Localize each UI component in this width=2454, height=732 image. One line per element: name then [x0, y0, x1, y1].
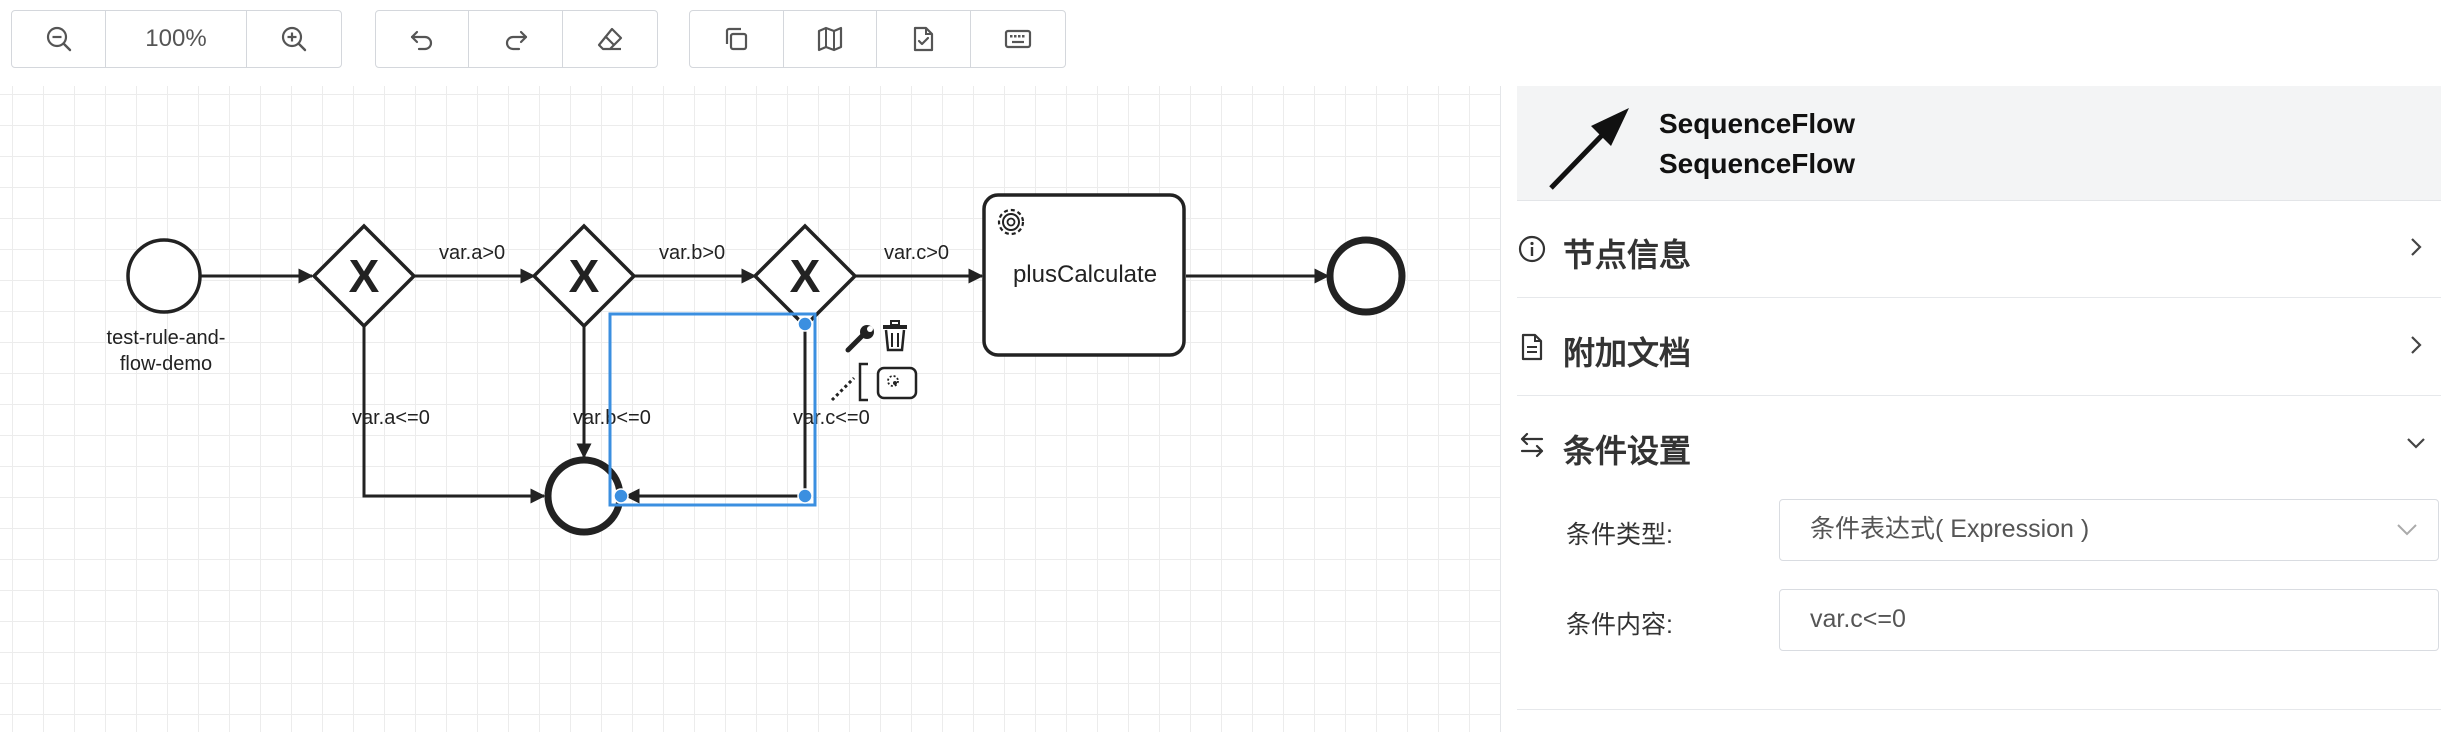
wrench-icon[interactable] — [845, 325, 874, 353]
file-check-icon — [914, 26, 934, 52]
flow-label-c-gt: var.c>0 — [884, 242, 949, 264]
map-icon — [817, 26, 842, 52]
start-event-label-line1: test-rule-and- — [107, 327, 226, 349]
flow-label-a-le: var.a<=0 — [352, 407, 430, 429]
start-event-label-line2: flow-demo — [120, 353, 212, 375]
condition-content-value: var.c<=0 — [1810, 605, 1906, 633]
waypoint-handle[interactable] — [613, 488, 629, 504]
zoom-level: 100% — [145, 25, 207, 52]
section-title: 条件设置 — [1563, 433, 1692, 469]
section-condition[interactable]: 条件设置 — [1517, 396, 2441, 494]
section-node-info[interactable]: 节点信息 — [1517, 200, 2441, 298]
zoom-level-button[interactable]: 100% — [106, 11, 247, 67]
element-name-title: SequenceFlow — [1659, 148, 1856, 179]
diagram-canvas[interactable]: test-rule-and- flow-demo var.a>0 var.b>0… — [0, 86, 1500, 732]
properties-panel: SequenceFlow SequenceFlow 节点信息 附加文档 条件设置 — [1500, 86, 2454, 732]
flow-label-b-le: var.b<=0 — [573, 407, 651, 429]
condition-type-value: 条件表达式( Expression ) — [1810, 515, 2090, 543]
document-icon — [1521, 333, 1543, 361]
zoom-in-icon — [281, 26, 306, 52]
start-event[interactable] — [126, 238, 202, 314]
zoom-out-button[interactable] — [12, 11, 107, 67]
element-type-title: SequenceFlow — [1659, 108, 1856, 139]
condition-content-row: 条件内容: var.c<=0 — [1517, 589, 2441, 653]
copy-button[interactable] — [690, 11, 784, 67]
trash-icon[interactable] — [883, 320, 907, 352]
exclusive-gateway-b[interactable]: X — [531, 223, 637, 329]
zoom-group: 100% — [11, 10, 342, 68]
annotation-icon[interactable] — [858, 362, 918, 402]
condition-type-label: 条件类型: — [1566, 521, 1673, 549]
task-label: plusCalculate — [1013, 261, 1157, 288]
chevron-down-icon — [2407, 438, 2425, 449]
undo-icon — [411, 30, 433, 51]
context-pad — [830, 320, 918, 402]
section-title: 附加文档 — [1563, 335, 1692, 371]
edit-group — [375, 10, 658, 68]
section-documentation[interactable]: 附加文档 — [1517, 298, 2441, 396]
clear-button[interactable] — [563, 11, 657, 67]
divider — [1517, 709, 2441, 710]
condition-type-row: 条件类型: 条件表达式( Expression ) — [1517, 499, 2441, 563]
toolbar: 100% — [0, 0, 1500, 86]
chevron-down-icon — [2397, 524, 2417, 536]
bpmn-diagram[interactable]: test-rule-and- flow-demo var.a>0 var.b>0… — [0, 86, 1500, 732]
flow-c-le[interactable] — [624, 324, 807, 504]
redo-icon — [505, 30, 527, 51]
service-task[interactable]: plusCalculate — [982, 193, 1186, 357]
sequence-flow-icon — [1549, 108, 1629, 190]
section-title: 节点信息 — [1563, 237, 1692, 273]
chevron-right-icon — [2411, 336, 2422, 354]
gateway-marker: X — [569, 250, 600, 302]
copy-icon — [726, 27, 748, 51]
connect-icon[interactable] — [830, 376, 856, 402]
eraser-icon — [597, 27, 622, 51]
condition-content-input[interactable]: var.c<=0 — [1779, 589, 2439, 651]
flow-label-c-le: var.c<=0 — [793, 407, 870, 429]
validate-button[interactable] — [877, 11, 971, 67]
zoom-out-icon — [46, 26, 71, 52]
info-icon — [1518, 235, 1546, 263]
gateway-marker: X — [790, 250, 821, 302]
chevron-right-icon — [2411, 238, 2422, 256]
exclusive-gateway-a[interactable]: X — [311, 223, 417, 329]
gateway-marker: X — [349, 250, 380, 302]
condition-content-label: 条件内容: — [1566, 611, 1673, 639]
waypoint-handle[interactable] — [797, 488, 813, 504]
zoom-in-button[interactable] — [247, 11, 341, 67]
flow-label-b-gt: var.b>0 — [659, 242, 725, 264]
redo-button[interactable] — [469, 11, 563, 67]
flow-label-a-gt: var.a>0 — [439, 242, 505, 264]
undo-button[interactable] — [376, 11, 470, 67]
keyboard-button[interactable] — [971, 11, 1065, 67]
swap-icon — [1520, 432, 1544, 458]
exclusive-gateway-c[interactable]: X — [752, 223, 858, 329]
tools-group — [689, 10, 1066, 68]
keyboard-icon — [1004, 29, 1031, 49]
waypoint-handle[interactable] — [797, 316, 813, 332]
condition-type-select[interactable]: 条件表达式( Expression ) — [1779, 499, 2439, 561]
minimap-button[interactable] — [784, 11, 877, 67]
end-event[interactable] — [1326, 236, 1406, 316]
panel-header: SequenceFlow SequenceFlow — [1517, 86, 2441, 201]
